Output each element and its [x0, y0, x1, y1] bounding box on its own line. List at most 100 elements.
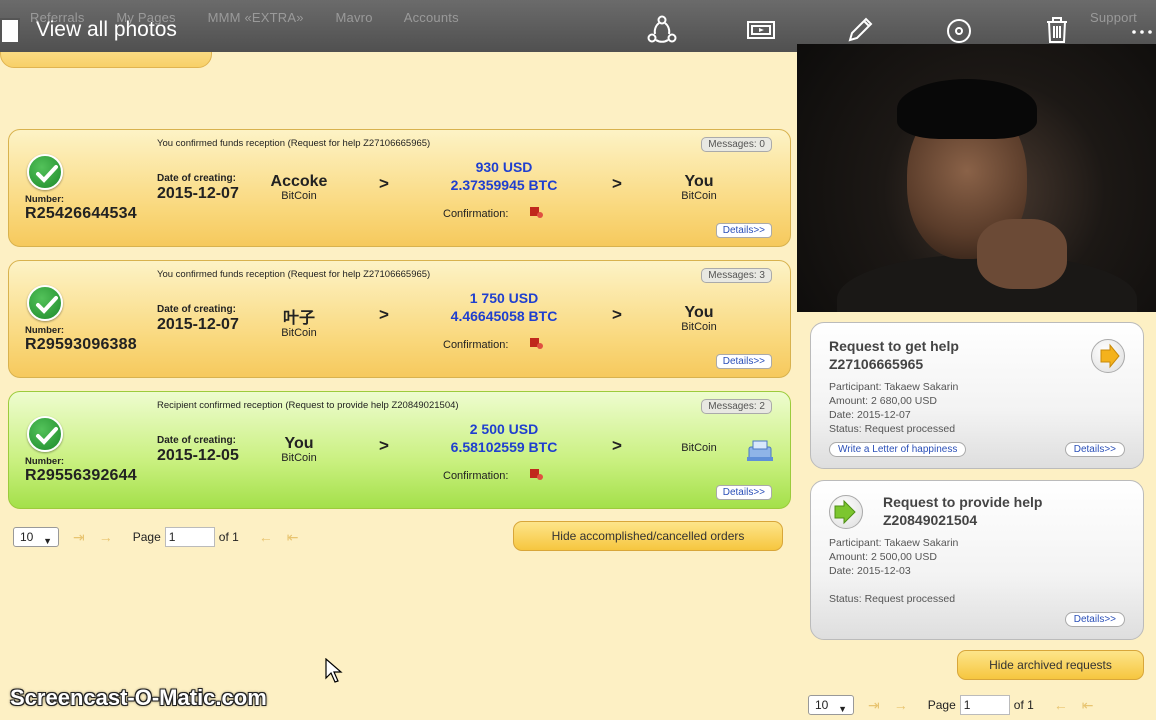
details-button[interactable]: Details>>	[715, 223, 772, 238]
arrow-right-icon: >	[612, 174, 622, 193]
request-card-provide-help: Request to provide help Z20849021504 Par…	[810, 480, 1144, 640]
sender-name: Accoke	[270, 173, 328, 190]
confirmation-icon[interactable]	[529, 466, 543, 480]
slideshow-icon[interactable]	[745, 14, 777, 46]
details-button[interactable]: Details>>	[715, 485, 772, 500]
messages-button[interactable]: Messages: 0	[701, 137, 772, 152]
hide-accomplished-button[interactable]: Hide accomplished/cancelled orders	[513, 521, 783, 551]
order-number: R29556392644	[25, 467, 137, 484]
next-page-arrow-icon[interactable]: ←	[259, 529, 273, 545]
per-page-select[interactable]: 10 ▼	[808, 695, 854, 715]
page-label: Page	[927, 698, 956, 712]
view-all-photos-button[interactable]: View all photos	[36, 18, 177, 42]
participant: Participant: Takaew Sakarin	[829, 537, 959, 549]
sender: Accoke BitCoin	[264, 173, 334, 202]
request-card-get-help: Request to get help Z27106665965 Partici…	[810, 322, 1144, 469]
rotate-icon[interactable]	[943, 14, 975, 46]
recipient: BitCoin	[664, 442, 734, 454]
requests-pagination: 10 ▼ ⇥ → Page 1 of 1 ← ⇤	[808, 695, 1094, 715]
write-letter-button[interactable]: Write a Letter of happiness	[829, 442, 967, 457]
check-icon	[27, 416, 63, 452]
next-page-arrow-icon[interactable]: ←	[1054, 697, 1068, 713]
per-page-value: 10	[20, 530, 34, 544]
sender-name: 叶子	[282, 310, 315, 327]
prev-page-arrow-icon[interactable]: →	[99, 529, 113, 545]
order-card: You confirmed funds reception (Request f…	[8, 260, 791, 378]
nav-mavro: Mavro	[335, 10, 373, 25]
sender: 叶子 BitCoin	[264, 304, 334, 339]
sender: You BitCoin	[264, 435, 334, 464]
number-label: Number:	[25, 325, 65, 336]
share-icon[interactable]	[646, 14, 678, 46]
recipient-name: You	[684, 304, 714, 321]
request-id: Z27106665965	[829, 356, 924, 372]
order-number: R29593096388	[25, 336, 137, 353]
confirmation-icon[interactable]	[529, 335, 543, 349]
messages-button[interactable]: Messages: 3	[701, 268, 772, 283]
recipient-method: BitCoin	[681, 442, 717, 454]
mouse-cursor-icon	[325, 658, 343, 683]
sender-method: BitCoin	[281, 190, 317, 202]
page-input[interactable]: 1	[959, 695, 1010, 715]
request-title: Request to provide help	[883, 494, 1043, 510]
person-hair	[897, 79, 1037, 139]
check-icon	[27, 285, 63, 321]
details-button[interactable]: Details>>	[1064, 612, 1125, 627]
bank-icon	[747, 440, 773, 461]
last-page-arrow-icon[interactable]: ⇤	[1082, 697, 1094, 714]
chevron-down-icon: ▼	[43, 536, 52, 546]
request-title: Request to get help	[829, 338, 959, 354]
confirmation-label: Confirmation:	[443, 470, 509, 482]
person-hand	[977, 219, 1067, 289]
date: Date: 2015-12-07	[829, 409, 911, 421]
amount-usd: 1 750 USD	[469, 290, 539, 306]
prev-page-arrow-icon[interactable]: →	[894, 697, 908, 713]
messages-button[interactable]: Messages: 2	[701, 399, 772, 414]
details-button[interactable]: Details>>	[1064, 442, 1125, 457]
order-card: Recipient confirmed reception (Request t…	[8, 391, 791, 509]
recipient: You BitCoin	[664, 173, 734, 202]
delete-icon[interactable]	[1041, 14, 1073, 46]
amount-usd: 2 500 USD	[469, 421, 539, 437]
order-date: 2015-12-07	[157, 316, 239, 333]
sender-name: You	[284, 435, 314, 452]
hide-archived-button[interactable]: Hide archived requests	[957, 650, 1144, 680]
order-date: 2015-12-05	[157, 447, 239, 464]
recipient-method: BitCoin	[681, 190, 717, 202]
amount-btc: 6.58102559 BTC	[450, 439, 558, 455]
amount-usd: 930 USD	[475, 159, 533, 175]
recipient-method: BitCoin	[681, 321, 717, 333]
order-header: You confirmed funds reception (Request f…	[157, 138, 431, 149]
confirmation-icon[interactable]	[529, 204, 543, 218]
check-icon	[27, 154, 63, 190]
first-page-arrow-icon[interactable]: ⇥	[868, 697, 880, 714]
per-page-select[interactable]: 10 ▼	[13, 527, 59, 547]
nav-accounts: Accounts	[403, 10, 459, 25]
first-page-arrow-icon[interactable]: ⇥	[73, 529, 85, 546]
sender-method: BitCoin	[281, 452, 317, 464]
more-icon[interactable]	[1128, 14, 1156, 46]
order-header: You confirmed funds reception (Request f…	[157, 269, 431, 280]
status: Status: Request processed	[829, 593, 956, 605]
details-button[interactable]: Details>>	[715, 354, 772, 369]
page-label: Page	[132, 530, 161, 544]
amount-btc: 2.37359945 BTC	[450, 177, 558, 193]
nav-mmm-extra: MMM «EXTRA»	[207, 10, 304, 25]
page-of-label: of 1	[218, 530, 239, 544]
date-label: Date of creating:	[157, 304, 236, 315]
number-label: Number:	[25, 194, 65, 205]
edit-icon[interactable]	[844, 14, 876, 46]
number-label: Number:	[25, 456, 65, 467]
page-input[interactable]: 1	[164, 527, 215, 547]
order-number: R25426644534	[25, 205, 137, 222]
amount: Amount: 2 500,00 USD	[829, 551, 937, 563]
webcam-overlay	[797, 44, 1156, 312]
last-page-arrow-icon[interactable]: ⇤	[287, 529, 299, 546]
date-label: Date of creating:	[157, 435, 236, 446]
photos-app-icon[interactable]	[0, 18, 20, 44]
arrow-right-icon: >	[612, 436, 622, 455]
request-id: Z20849021504	[883, 512, 978, 528]
order-header: Recipient confirmed reception (Request t…	[157, 400, 459, 411]
sender-method: BitCoin	[281, 327, 317, 339]
participant: Participant: Takaew Sakarin	[829, 381, 959, 393]
